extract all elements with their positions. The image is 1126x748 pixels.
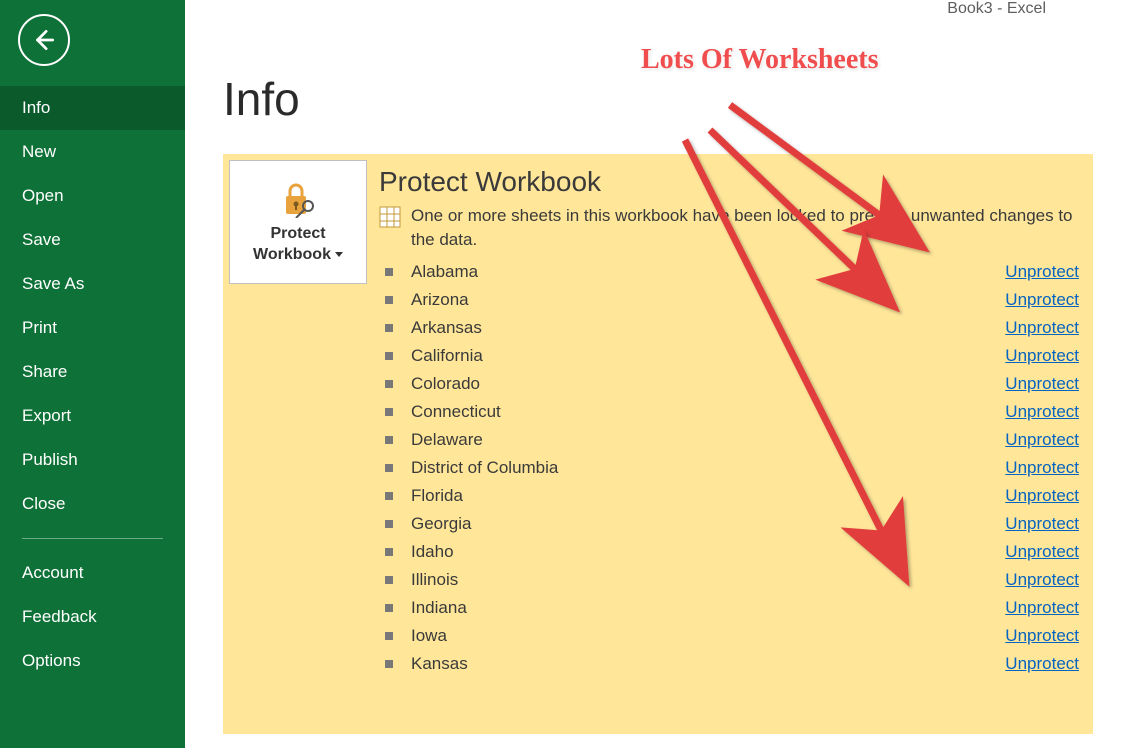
sheet-row: IndianaUnprotect [379,594,1083,622]
sheet-name: Colorado [411,374,1005,394]
sheet-list: AlabamaUnprotectArizonaUnprotectArkansas… [379,258,1083,678]
sheet-name: Florida [411,486,1005,506]
bullet-icon [385,492,393,500]
sheet-name: Delaware [411,430,1005,450]
unprotect-link[interactable]: Unprotect [1005,654,1079,674]
sheet-row: ArkansasUnprotect [379,314,1083,342]
sheet-name: California [411,346,1005,366]
protect-button-line1: Protect [270,225,325,242]
sheet-name: Illinois [411,570,1005,590]
nav-item-account[interactable]: Account [0,551,185,595]
bullet-icon [385,296,393,304]
unprotect-link[interactable]: Unprotect [1005,570,1079,590]
bullet-icon [385,352,393,360]
bullet-icon [385,520,393,528]
sheet-row: IllinoisUnprotect [379,566,1083,594]
unprotect-link[interactable]: Unprotect [1005,486,1079,506]
protect-workbook-button[interactable]: Protect Workbook [229,160,367,284]
sheet-name: District of Columbia [411,458,1005,478]
backstage-sidebar: InfoNewOpenSaveSave AsPrintShareExportPu… [0,0,185,748]
bullet-icon [385,604,393,612]
sheet-row: District of ColumbiaUnprotect [379,454,1083,482]
unprotect-link[interactable]: Unprotect [1005,430,1079,450]
sheet-row: CaliforniaUnprotect [379,342,1083,370]
sidebar-separator [22,538,163,539]
bullet-icon [385,324,393,332]
nav-item-save-as[interactable]: Save As [0,262,185,306]
worksheet-icon [379,206,401,228]
unprotect-link[interactable]: Unprotect [1005,346,1079,366]
sheet-row: AlabamaUnprotect [379,258,1083,286]
bullet-icon [385,436,393,444]
page-title: Info [223,72,1126,126]
unprotect-link[interactable]: Unprotect [1005,542,1079,562]
main-content: Book3 - Excel Info Protect Workbook Prot… [185,0,1126,748]
nav-item-close[interactable]: Close [0,482,185,526]
protect-button-line2: Workbook [253,246,331,263]
lock-key-icon [276,178,320,218]
nav-item-save[interactable]: Save [0,218,185,262]
bullet-icon [385,576,393,584]
sheet-name: Georgia [411,514,1005,534]
sheet-row: ConnecticutUnprotect [379,398,1083,426]
bullet-icon [385,660,393,668]
sheet-row: GeorgiaUnprotect [379,510,1083,538]
nav-item-feedback[interactable]: Feedback [0,595,185,639]
sheet-name: Iowa [411,626,1005,646]
sheet-name: Connecticut [411,402,1005,422]
nav-item-export[interactable]: Export [0,394,185,438]
sheet-name: Idaho [411,542,1005,562]
sheet-name: Indiana [411,598,1005,618]
sheet-name: Arizona [411,290,1005,310]
bullet-icon [385,632,393,640]
nav-item-open[interactable]: Open [0,174,185,218]
bullet-icon [385,548,393,556]
unprotect-link[interactable]: Unprotect [1005,458,1079,478]
sheet-row: ArizonaUnprotect [379,286,1083,314]
nav-item-new[interactable]: New [0,130,185,174]
nav-item-info[interactable]: Info [0,86,185,130]
unprotect-link[interactable]: Unprotect [1005,262,1079,282]
protect-workbook-panel: Protect Workbook Protect Workbook One or… [223,154,1093,734]
bullet-icon [385,380,393,388]
unprotect-link[interactable]: Unprotect [1005,374,1079,394]
panel-body: Protect Workbook One or more sheets in t… [367,154,1093,734]
sheet-name: Kansas [411,654,1005,674]
sheet-row: DelawareUnprotect [379,426,1083,454]
bullet-icon [385,408,393,416]
unprotect-link[interactable]: Unprotect [1005,598,1079,618]
nav-item-share[interactable]: Share [0,350,185,394]
nav-item-print[interactable]: Print [0,306,185,350]
bullet-icon [385,268,393,276]
sheet-row: FloridaUnprotect [379,482,1083,510]
unprotect-link[interactable]: Unprotect [1005,626,1079,646]
dropdown-caret-icon [335,252,343,257]
unprotect-link[interactable]: Unprotect [1005,290,1079,310]
unprotect-link[interactable]: Unprotect [1005,402,1079,422]
sheet-name: Alabama [411,262,1005,282]
panel-description: One or more sheets in this workbook have… [411,204,1083,252]
panel-heading: Protect Workbook [379,166,1083,198]
back-arrow-icon [31,27,57,53]
nav-item-publish[interactable]: Publish [0,438,185,482]
sheet-row: KansasUnprotect [379,650,1083,678]
bullet-icon [385,464,393,472]
unprotect-link[interactable]: Unprotect [1005,318,1079,338]
back-button[interactable] [18,14,70,66]
sheet-row: IdahoUnprotect [379,538,1083,566]
unprotect-link[interactable]: Unprotect [1005,514,1079,534]
window-title: Book3 - Excel [947,0,1046,18]
sheet-row: IowaUnprotect [379,622,1083,650]
sheet-name: Arkansas [411,318,1005,338]
nav-item-options[interactable]: Options [0,639,185,683]
sheet-row: ColoradoUnprotect [379,370,1083,398]
